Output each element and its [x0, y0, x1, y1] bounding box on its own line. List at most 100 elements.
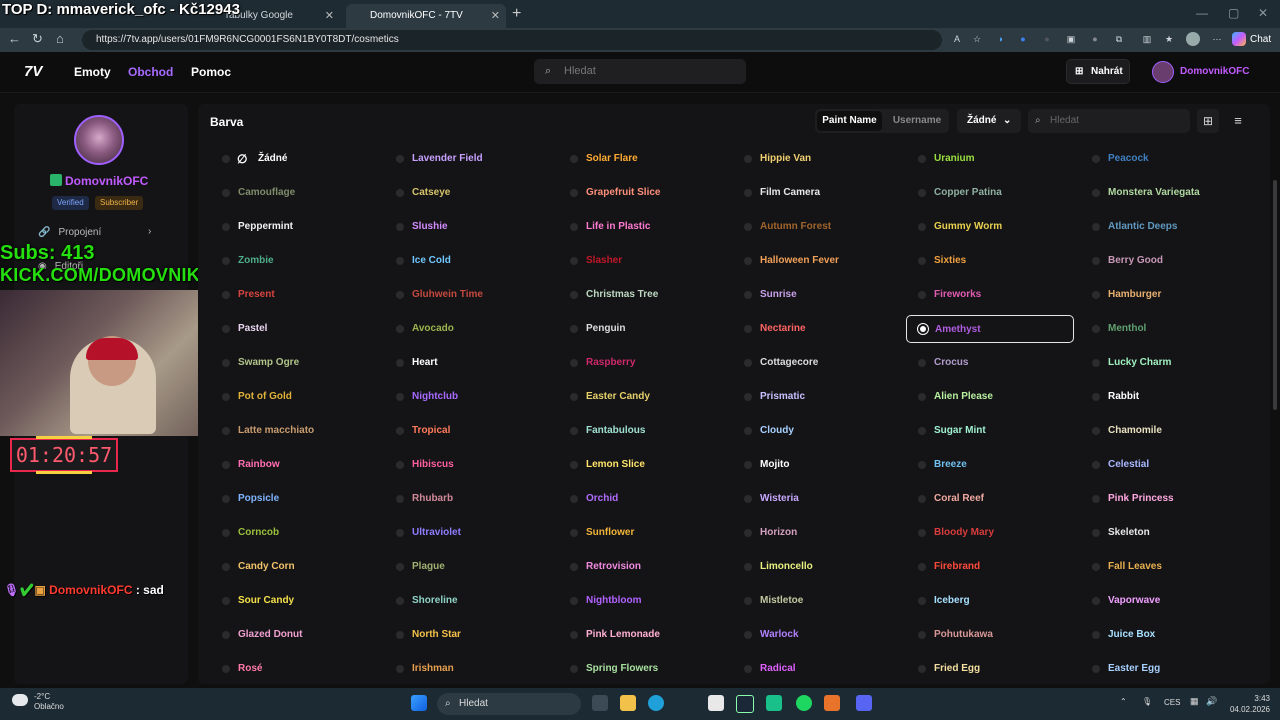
extension-icon[interactable]: ● [1088, 32, 1102, 46]
paint-option[interactable]: Vaporwave [1080, 587, 1248, 615]
paint-option[interactable]: Warlock [732, 621, 900, 649]
network-icon[interactable]: ▦ [1190, 696, 1199, 707]
paint-option[interactable]: Bloody Mary [906, 519, 1074, 547]
paint-option[interactable]: Fried Egg [906, 655, 1074, 683]
paint-option[interactable]: Skeleton [1080, 519, 1248, 547]
language-indicator[interactable]: CES [1164, 698, 1180, 707]
paint-option[interactable]: Sunflower [558, 519, 726, 547]
back-icon[interactable]: ← [8, 31, 21, 46]
paint-option[interactable]: ∅ Žádné [210, 145, 378, 173]
paint-option[interactable]: Popsicle [210, 485, 378, 513]
extensions-icon[interactable]: ⧉ [1112, 32, 1126, 46]
maximize-icon[interactable]: ▢ [1228, 6, 1239, 20]
filter-dropdown[interactable]: Žádné ⌄ [957, 109, 1021, 133]
paint-option[interactable]: Shoreline [384, 587, 552, 615]
paint-option[interactable]: Wisteria [732, 485, 900, 513]
volume-icon[interactable]: 🔊 [1206, 696, 1217, 707]
paint-option[interactable]: Lavender Field [384, 145, 552, 173]
paint-option[interactable]: Fall Leaves [1080, 553, 1248, 581]
paint-option[interactable]: Slasher [558, 247, 726, 275]
paint-option[interactable]: Monstera Variegata [1080, 179, 1248, 207]
paint-option[interactable]: Easter Candy [558, 383, 726, 411]
paint-option[interactable]: Ultraviolet [384, 519, 552, 547]
taskbar-clock[interactable]: 3:43 04.02.2026 [1226, 693, 1270, 715]
reload-icon[interactable]: ↻ [32, 31, 43, 47]
paint-option[interactable]: Pastel [210, 315, 378, 343]
paint-option[interactable]: Iceberg [906, 587, 1074, 615]
more-icon[interactable]: ⋯ [1210, 32, 1224, 46]
paint-option[interactable]: Rhubarb [384, 485, 552, 513]
nav-store[interactable]: Obchod [128, 65, 173, 79]
paint-option[interactable]: Mistletoe [732, 587, 900, 615]
paint-option[interactable]: Life in Plastic [558, 213, 726, 241]
sidebar-item-connections[interactable]: 🔗 Propojení › [38, 226, 151, 238]
paint-option[interactable]: Copper Patina [906, 179, 1074, 207]
paint-option[interactable]: Sixties [906, 247, 1074, 275]
upload-button[interactable]: ⊞ Nahrát [1066, 59, 1130, 84]
paint-option[interactable]: Crocus [906, 349, 1074, 377]
paint-option[interactable]: Latte macchiato [210, 417, 378, 445]
steam-icon[interactable] [736, 695, 754, 713]
start-icon[interactable] [411, 695, 427, 711]
paint-option[interactable]: Alien Please [906, 383, 1074, 411]
paint-option[interactable]: Rabbit [1080, 383, 1248, 411]
paint-option[interactable]: Plague [384, 553, 552, 581]
paint-option[interactable]: Fireworks [906, 281, 1074, 309]
paint-option[interactable]: Hibiscus [384, 451, 552, 479]
paint-option[interactable]: North Star [384, 621, 552, 649]
paint-option[interactable]: Rainbow [210, 451, 378, 479]
paint-option[interactable]: Atlantic Deeps [1080, 213, 1248, 241]
close-tab-icon[interactable]: ✕ [325, 4, 334, 28]
paint-option[interactable]: Cloudy [732, 417, 900, 445]
paint-option[interactable]: Breeze [906, 451, 1074, 479]
paint-option[interactable]: Autumn Forest [732, 213, 900, 241]
paint-option[interactable]: Cottagecore [732, 349, 900, 377]
paint-option[interactable]: Tropical [384, 417, 552, 445]
paint-option[interactable]: Christmas Tree [558, 281, 726, 309]
paint-option[interactable]: Avocado [384, 315, 552, 343]
paint-option[interactable]: Pink Lemonade [558, 621, 726, 649]
paint-option[interactable]: Grapefruit Slice [558, 179, 726, 207]
address-bar[interactable]: https://7tv.app/users/01FM9R6NCG0001FS6N… [82, 30, 942, 50]
app-icon[interactable] [708, 695, 724, 711]
paint-option[interactable]: Swamp Ogre [210, 349, 378, 377]
paint-option[interactable]: Radical [732, 655, 900, 683]
app-icon[interactable] [766, 695, 782, 711]
translate-icon[interactable]: A [950, 32, 964, 46]
tray-chevron-icon[interactable]: ⌃ [1120, 697, 1127, 706]
paint-option[interactable]: Retrovision [558, 553, 726, 581]
paint-option[interactable]: Solar Flare [558, 145, 726, 173]
paint-option[interactable]: Hippie Van [732, 145, 900, 173]
taskbar-search[interactable]: ⌕ Hledat [437, 693, 581, 715]
paint-option[interactable]: Gummy Worm [906, 213, 1074, 241]
paint-option[interactable]: Sugar Mint [906, 417, 1074, 445]
paint-option[interactable]: Irishman [384, 655, 552, 683]
paint-option[interactable]: Fantabulous [558, 417, 726, 445]
file-explorer-icon[interactable] [620, 695, 636, 711]
paint-option[interactable]: Pink Princess [1080, 485, 1248, 513]
paint-option[interactable]: Menthol [1080, 315, 1248, 343]
paint-option[interactable]: Zombie [210, 247, 378, 275]
paint-option[interactable]: Uranium [906, 145, 1074, 173]
scrollbar[interactable] [1273, 180, 1277, 410]
task-view-icon[interactable] [592, 695, 608, 711]
paint-option[interactable]: Nightbloom [558, 587, 726, 615]
user-menu[interactable]: DomovnikOFC [1150, 60, 1249, 84]
cosmetics-search-input[interactable]: ⌕ Hledat [1028, 109, 1190, 133]
vpn-extension-icon[interactable]: ● [1016, 32, 1030, 46]
paint-option[interactable]: Lucky Charm [1080, 349, 1248, 377]
minimize-icon[interactable]: — [1196, 6, 1208, 20]
paint-option[interactable]: Corncob [210, 519, 378, 547]
paint-option[interactable]: Limoncello [732, 553, 900, 581]
paint-option[interactable]: Peppermint [210, 213, 378, 241]
paint-option[interactable]: Candy Corn [210, 553, 378, 581]
nav-emotes[interactable]: Emoty [74, 65, 111, 79]
home-icon[interactable]: ⌂ [56, 31, 64, 46]
paint-option[interactable]: Pohutukawa [906, 621, 1074, 649]
mic-tray-icon[interactable]: 🎙 [1142, 697, 1152, 706]
paint-option[interactable]: Prismatic [732, 383, 900, 411]
paint-option[interactable]: Orchid [558, 485, 726, 513]
paint-option[interactable]: Horizon [732, 519, 900, 547]
close-window-icon[interactable]: ✕ [1258, 6, 1268, 20]
list-view-icon[interactable]: ≡ [1227, 109, 1249, 133]
